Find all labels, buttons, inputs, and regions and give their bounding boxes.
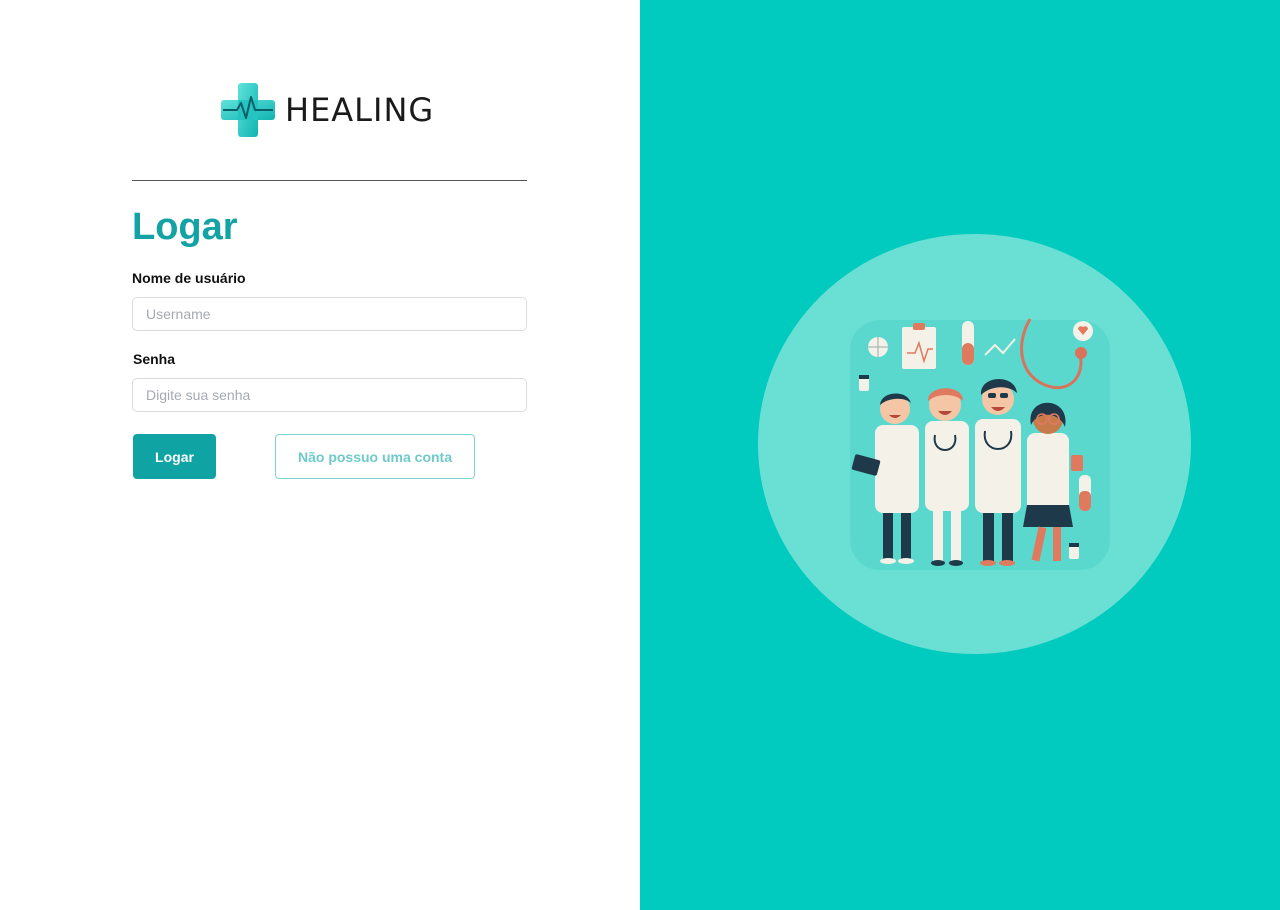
login-panel: HEALING Logar Nome de usuário Senha Loga…: [0, 0, 640, 910]
password-label: Senha: [133, 351, 176, 367]
header-divider: [132, 180, 527, 181]
medical-cross-heartbeat-icon: [221, 83, 275, 137]
login-button[interactable]: Logar: [133, 434, 216, 479]
medical-team-illustration: [850, 318, 1110, 570]
username-label: Nome de usuário: [132, 270, 246, 286]
clipboard-icon: [902, 323, 936, 369]
heart-icon: [1073, 321, 1093, 341]
password-input[interactable]: [132, 378, 527, 412]
vial-icon: [1079, 475, 1091, 511]
test-tube-icon: [962, 321, 974, 365]
brand-name: HEALING: [285, 91, 435, 129]
login-page: HEALING Logar Nome de usuário Senha Loga…: [0, 0, 1280, 910]
brand-logo: HEALING: [221, 83, 434, 137]
illustration-panel: [640, 0, 1280, 910]
register-button[interactable]: Não possuo uma conta: [275, 434, 475, 479]
page-title: Logar: [132, 206, 238, 248]
username-input[interactable]: [132, 297, 527, 331]
wheel-icon: [868, 337, 888, 357]
